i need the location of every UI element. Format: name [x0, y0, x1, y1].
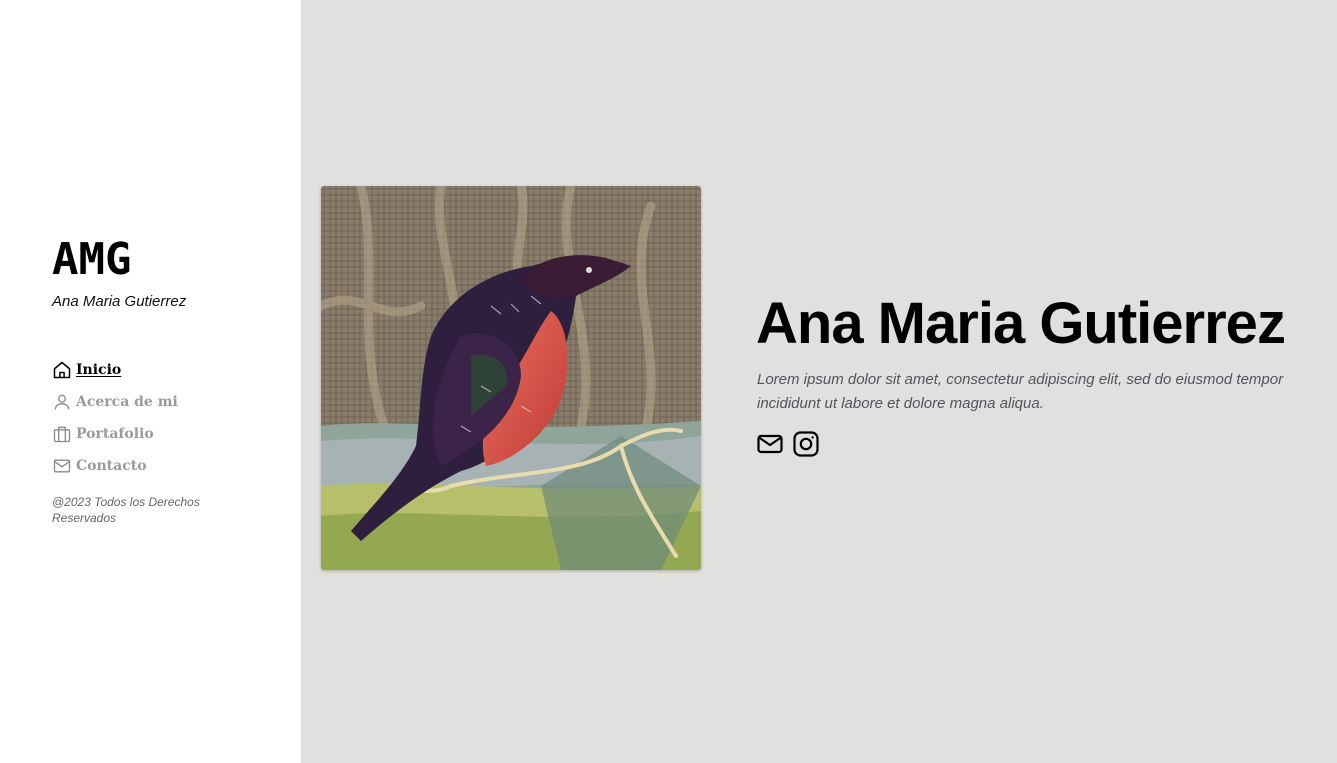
hero-description: Lorem ipsum dolor sit amet, consectetur …: [757, 371, 1284, 412]
nav-item-label: Contacto: [76, 458, 147, 474]
mail-icon: [52, 456, 72, 476]
nav-item-inicio[interactable]: Inicio: [52, 354, 178, 386]
briefcase-icon: [52, 424, 72, 444]
nav-item-label: Portafolio: [76, 426, 154, 442]
nav-item-portafolio[interactable]: Portafolio: [52, 418, 178, 450]
email-link[interactable]: [756, 430, 784, 458]
copyright-text: @2023 Todos los Derechos Reservados: [52, 495, 200, 525]
nav-item-contacto[interactable]: Contacto: [52, 450, 178, 482]
nav-item-label: Acerca de mi: [76, 394, 178, 410]
home-icon: [52, 360, 72, 380]
site-subtitle: Ana Maria Gutierrez: [52, 293, 187, 310]
main-nav: Inicio Acerca de mi Portafolio Contacto: [52, 354, 178, 482]
nav-item-label: Inicio: [76, 362, 122, 378]
hero-artwork-bird: [321, 186, 701, 570]
instagram-icon: [792, 430, 820, 458]
user-icon: [52, 392, 72, 412]
site-logo[interactable]: AMG: [52, 236, 131, 284]
sidebar: AMG Ana Maria Gutierrez Inicio Acerca de…: [0, 0, 301, 763]
instagram-link[interactable]: [792, 430, 820, 458]
mail-icon: [756, 430, 784, 458]
social-links: [756, 430, 820, 458]
nav-item-acerca-de-mi[interactable]: Acerca de mi: [52, 386, 178, 418]
hero-title: Ana Maria Gutierrez: [756, 291, 1286, 356]
